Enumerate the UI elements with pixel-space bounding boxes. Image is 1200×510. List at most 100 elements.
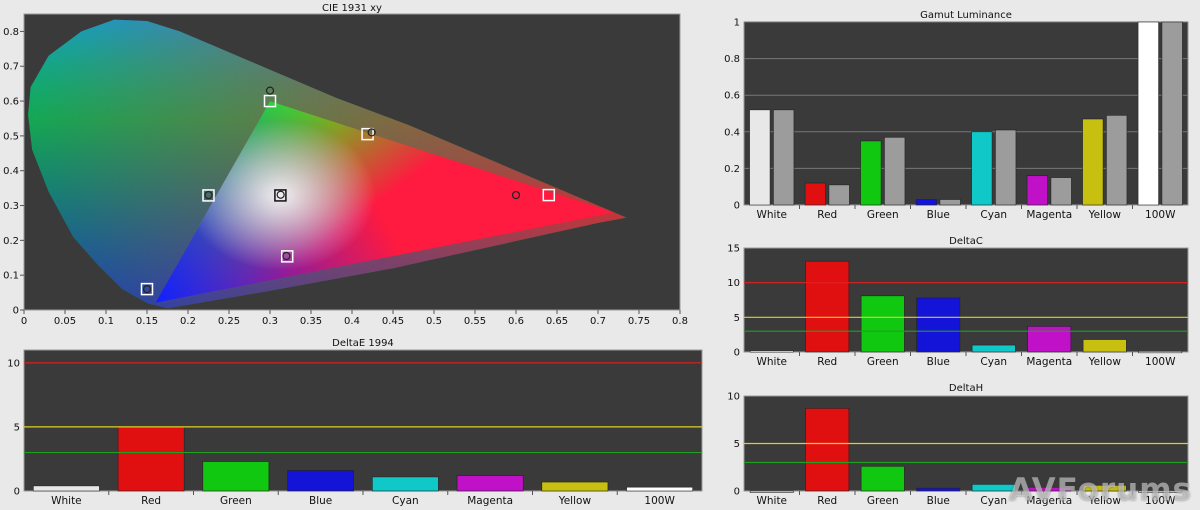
bar-target-green [884,136,906,206]
category-label: Blue [927,209,950,221]
bar-measured-magenta [1026,175,1048,206]
bar-blue [916,297,961,353]
chart-deltac: DeltaC 0 5 10 15 White Red Green Blue Cyan Magenta… [727,236,1189,368]
y-tick-label: 10 [727,278,740,289]
category-label: Yellow [1088,356,1122,368]
calibration-report: CIE 1931 xy0 0.05 0.1 0.15 0.2 0.25 0.3 0.35 0.4… [3,3,1189,507]
category-label: Blue [927,356,950,368]
bar-100w [626,486,693,492]
cie-y-tick-label: 0.5 [3,131,19,142]
cie-y-tick-label: 0.8 [3,27,19,38]
cie-x-tick-label: 0.8 [672,316,688,327]
category-label: White [756,495,787,507]
bar-target-cyan [995,129,1017,206]
y-tick-label: 15 [727,244,740,255]
bar-target-blue [939,199,961,206]
category-label: Blue [309,495,332,507]
bar-green [860,465,905,492]
cie-x-tick-label: 0.5 [426,316,442,327]
cie-x-tick-label: 0 [21,316,27,327]
bar-target-magenta [1050,177,1072,206]
category-label: White [756,209,787,221]
y-tick-label: 10 [7,358,20,369]
bar-measured-yellow [1082,118,1104,206]
y-tick-label: 5 [734,313,740,324]
bar-yellow [541,481,609,492]
category-label: Cyan [980,209,1007,221]
cie-x-tick-label: 0.75 [628,316,650,327]
chart-title: Gamut Luminance [920,10,1012,21]
cie-x-tick-label: 0.35 [300,316,322,327]
y-tick-label: 5 [14,422,20,433]
category-label: Yellow [1088,209,1122,221]
category-label: Cyan [392,495,419,507]
category-label: Green [220,495,252,507]
category-label: 100W [1145,495,1176,507]
cie-y-tick-label: 0.3 [3,201,19,212]
bar-100w [1138,490,1183,493]
category-label: Yellow [1088,495,1122,507]
bar-blue [287,470,354,492]
bar-blue [916,487,961,492]
cie-x-tick-label: 0.45 [382,316,404,327]
cie-x-tick-label: 0.7 [590,316,606,327]
cie-x-tick-label: 0.4 [344,316,360,327]
bar-green [860,295,905,353]
y-tick-label: 10 [727,392,740,403]
category-label: Green [867,495,899,507]
cie-x-tick-label: 0.25 [218,316,240,327]
bar-cyan [372,476,439,492]
bar-cyan [971,484,1016,492]
bar-target-yellow [1106,115,1128,206]
bar-red [117,426,185,492]
bar-white [749,490,794,493]
cie-x-tick-label: 0.1 [98,316,114,327]
bar-red [805,260,850,353]
y-tick-label: 0 [14,487,20,498]
chart-title: DeltaC [949,236,983,247]
cie-x-tick-label: 0.15 [136,316,158,327]
category-label: 100W [1145,209,1176,221]
category-label: Red [817,209,837,221]
y-tick-label: 0.6 [724,91,740,102]
cie-x-tick-label: 0.65 [546,316,568,327]
y-tick-label: 0 [734,348,740,359]
cie-x-tick-label: 0.05 [54,316,76,327]
category-label: Magenta [1026,495,1072,507]
bar-red [805,408,850,492]
y-tick-label: 0.8 [724,54,740,65]
chart-deltae-1994: DeltaE 1994 0 5 10 White Red Green Blue Cyan Mage… [7,338,703,507]
category-label: Green [867,356,899,368]
category-label: Cyan [980,356,1007,368]
bar-white [33,485,100,492]
category-label: Red [817,356,837,368]
y-tick-label: 5 [734,439,740,450]
category-label: Blue [927,495,950,507]
category-label: 100W [1145,356,1176,368]
category-label: Magenta [1026,356,1072,368]
cie-y-tick-label: 0.7 [3,62,19,73]
bar-target-white [773,109,795,206]
category-label: Green [867,209,899,221]
category-label: White [51,495,82,507]
cie-chart: CIE 1931 xy 0 0.05 0.1 0.15 0.2 0.25 0.3 0.35 0.4… [3,3,688,327]
chart-gamut-luminance: Gamut Luminance 0 0.2 0.4 0.6 0.8 1 White Red Gre… [724,10,1189,221]
cie-title: CIE 1931 xy [322,3,382,14]
y-tick-label: 1 [734,18,740,29]
cie-y-tick-label: 0.2 [3,236,19,247]
cie-x-tick-label: 0.2 [180,316,196,327]
bar-magenta [1027,326,1072,353]
y-tick-label: 0 [734,487,740,498]
cie-x-tick-label: 0.55 [464,316,486,327]
category-label: Magenta [467,495,513,507]
bar-cyan [971,344,1016,353]
chart-deltah: DeltaH 0 5 10 White Red Green Blue Cyan Magenta Ye… [727,383,1189,507]
category-label: Red [141,495,161,507]
bar-target-100w [1161,21,1183,206]
category-label: Cyan [980,495,1007,507]
y-tick-label: 0.2 [724,164,740,175]
category-label: 100W [644,495,675,507]
chart-title: DeltaH [949,383,983,394]
bar-green [202,461,270,492]
bar-measured-green [860,140,882,206]
